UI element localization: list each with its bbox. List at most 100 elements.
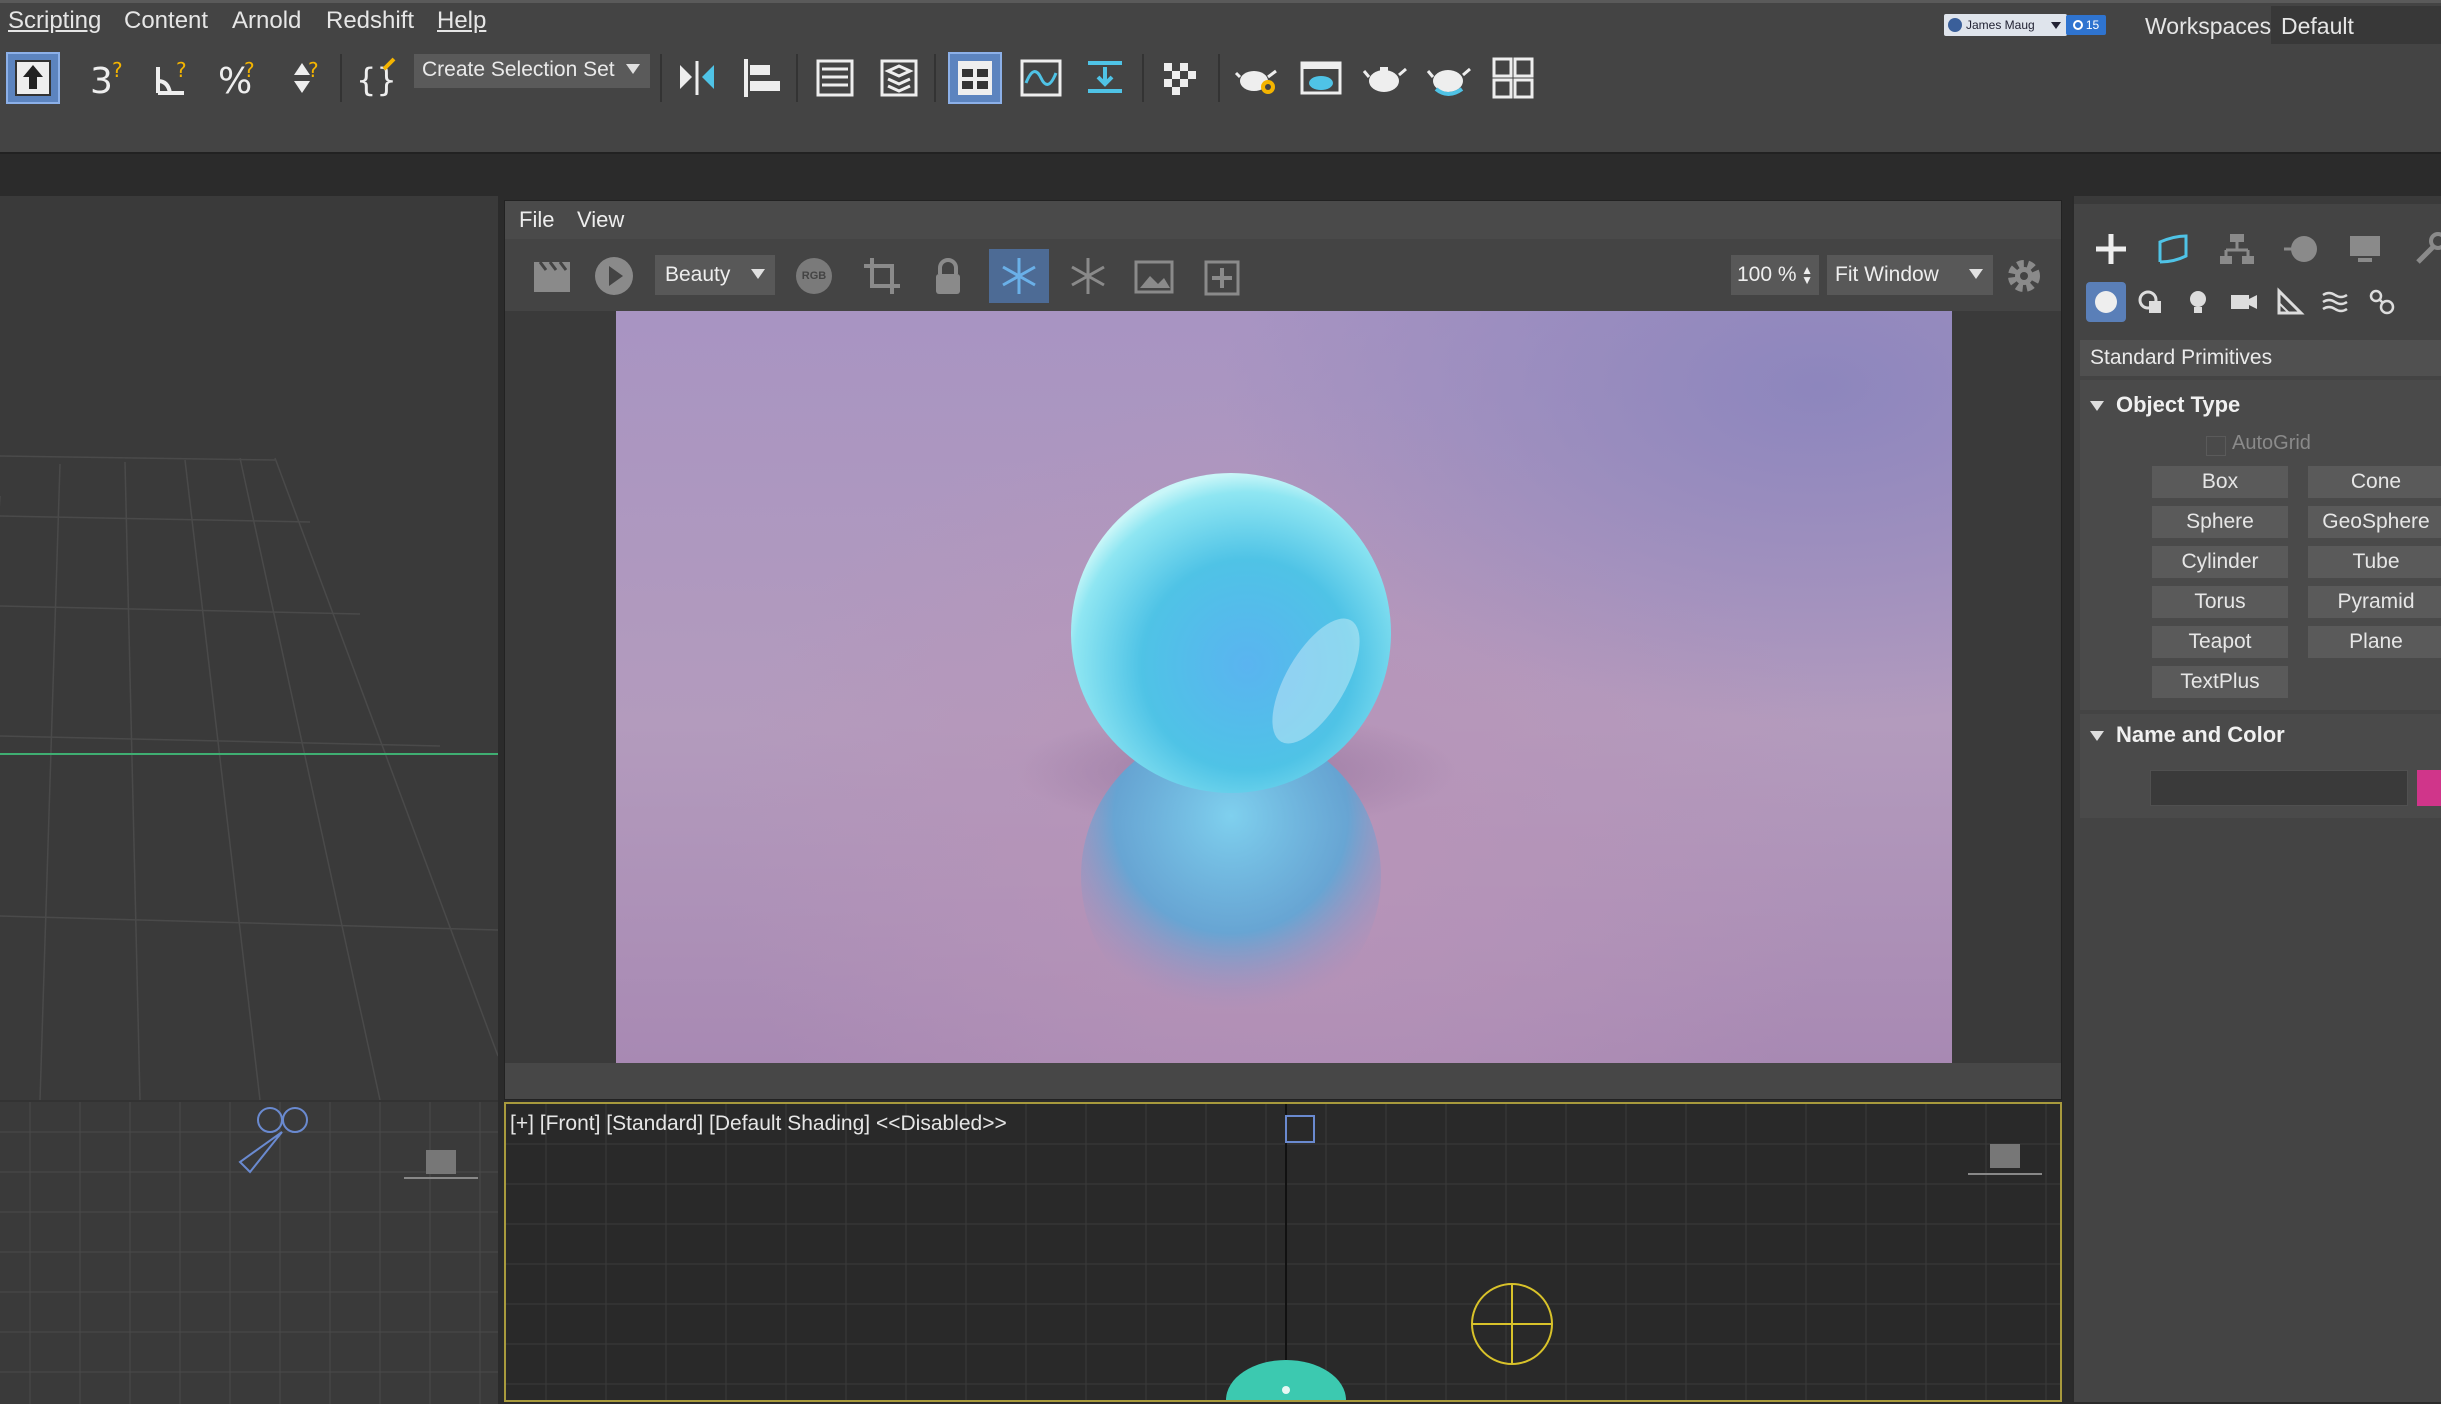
toolbar-divider — [796, 54, 798, 102]
cylinder-button[interactable]: Cylinder — [2152, 546, 2288, 578]
image-button[interactable] — [1129, 251, 1179, 301]
percent-snap-button[interactable]: %? — [212, 52, 266, 104]
render-button[interactable] — [589, 251, 639, 301]
rgb-channel-button[interactable]: RGB — [789, 251, 839, 301]
front-viewport[interactable]: [+] [Front] [Standard] [Default Shading]… — [504, 1102, 2062, 1402]
geometry-category[interactable] — [2086, 282, 2126, 322]
object-name-input[interactable] — [2150, 770, 2408, 806]
mirror-button[interactable] — [670, 52, 724, 104]
workspace-select[interactable]: Default — [2271, 6, 2441, 46]
crop-button[interactable] — [857, 251, 907, 301]
menu-help[interactable]: Help — [437, 7, 486, 35]
chevron-down-icon — [2051, 21, 2061, 29]
menu-redshift[interactable]: Redshift — [326, 7, 414, 35]
render-activeshade-button[interactable] — [1422, 52, 1476, 104]
helpers-category[interactable] — [2270, 282, 2310, 322]
zoom-value: 100 % — [1737, 263, 1797, 286]
scene-explorer-button[interactable] — [808, 52, 862, 104]
create-tab[interactable] — [2088, 226, 2134, 272]
cone-button[interactable]: Cone — [2308, 466, 2441, 498]
layer-explorer-button[interactable] — [872, 52, 926, 104]
spinner-snap-button[interactable]: ? — [276, 52, 330, 104]
select-object-button[interactable] — [6, 52, 60, 104]
menu-scripting[interactable]: Scripting — [8, 7, 101, 35]
selection-set-label: Create Selection Set — [422, 58, 615, 81]
lightbulb-icon — [2190, 291, 2206, 313]
teapot-gear-icon — [1234, 69, 1277, 94]
user-account-button[interactable]: James Maug — [1944, 14, 2067, 36]
geosphere-button[interactable]: GeoSphere — [2308, 506, 2441, 538]
name-color-rollout-header[interactable]: Name and Color — [2090, 722, 2285, 748]
motion-icon — [2284, 236, 2317, 262]
svg-text:?: ? — [176, 58, 187, 82]
left-viewport[interactable] — [0, 1100, 498, 1404]
ribbon-icon — [958, 61, 992, 95]
select-arrow-icon — [15, 60, 51, 96]
camera-icon — [238, 1107, 308, 1174]
lock-button[interactable] — [923, 251, 973, 301]
snap-3d-button[interactable]: 3? — [82, 52, 136, 104]
render-setup-button[interactable] — [1230, 52, 1284, 104]
motion-tab[interactable] — [2278, 226, 2324, 272]
render-menu-file[interactable]: File — [519, 207, 554, 233]
material-editor-button[interactable] — [1154, 52, 1208, 104]
gear-icon — [2008, 260, 2040, 292]
viewport-grid — [0, 1102, 498, 1404]
tape-measure-icon — [2277, 287, 2305, 315]
space-warps-category[interactable] — [2316, 282, 2356, 322]
freeze-button[interactable] — [989, 249, 1049, 303]
perspective-viewport[interactable] — [0, 196, 498, 1100]
object-color-swatch[interactable] — [2417, 770, 2441, 806]
render-production-button[interactable] — [1358, 52, 1412, 104]
menu-bar: Scripting Content Arnold Redshift Help J… — [0, 0, 2441, 46]
schematic-view-button[interactable] — [1078, 52, 1132, 104]
snap-3d-icon: 3? — [90, 58, 123, 101]
teapot-button[interactable]: Teapot — [2152, 626, 2288, 658]
render-menu-view[interactable]: View — [577, 207, 624, 233]
toolbar-divider — [934, 54, 936, 102]
rendered-frame-window-button[interactable] — [1294, 52, 1348, 104]
chevron-down-icon — [1969, 269, 1983, 279]
render-sequence-button[interactable] — [527, 251, 577, 301]
align-icon — [744, 59, 780, 97]
pyramid-button[interactable]: Pyramid — [2308, 586, 2441, 618]
menu-content[interactable]: Content — [124, 7, 208, 35]
viewport-label[interactable]: [+] [Front] [Standard] [Default Shading]… — [510, 1112, 1007, 1136]
clapper-icon — [534, 261, 570, 292]
notifications-badge[interactable]: 15 — [2066, 15, 2106, 35]
modify-tab[interactable] — [2150, 226, 2196, 272]
box-button[interactable]: Box — [2152, 466, 2288, 498]
light-gizmo — [426, 1150, 456, 1174]
create-selection-set-dropdown[interactable]: Create Selection Set — [414, 54, 650, 88]
fit-window-dropdown[interactable]: Fit Window — [1827, 255, 1993, 295]
lights-category[interactable] — [2178, 282, 2218, 322]
frame-window-icon — [1300, 61, 1342, 95]
cameras-category[interactable] — [2224, 282, 2264, 322]
plane-button[interactable]: Plane — [2308, 626, 2441, 658]
hierarchy-tab[interactable] — [2214, 226, 2260, 272]
systems-category[interactable] — [2362, 282, 2402, 322]
angle-snap-button[interactable]: ? — [146, 52, 200, 104]
torus-button[interactable]: Torus — [2152, 586, 2288, 618]
display-tab[interactable] — [2342, 226, 2388, 272]
utilities-tab[interactable] — [2406, 226, 2441, 272]
freeze-selection-button[interactable] — [1063, 251, 1113, 301]
add-region-button[interactable] — [1195, 251, 1245, 301]
align-button[interactable] — [734, 52, 788, 104]
primitive-category-dropdown[interactable]: Standard Primitives — [2080, 340, 2441, 376]
toggle-ribbon-button[interactable] — [948, 52, 1002, 104]
menu-arnold[interactable]: Arnold — [232, 7, 301, 35]
object-type-rollout-header[interactable]: Object Type — [2090, 392, 2240, 418]
teapot-activeshade-icon — [1426, 67, 1471, 96]
render-in-cloud-button[interactable] — [1486, 52, 1540, 104]
zoom-field[interactable]: 100 % ▲ ▼ — [1731, 255, 1819, 295]
sphere-button[interactable]: Sphere — [2152, 506, 2288, 538]
textplus-button[interactable]: TextPlus — [2152, 666, 2288, 698]
shapes-category[interactable] — [2132, 282, 2172, 322]
edit-named-selection-button[interactable]: {} — [350, 52, 404, 104]
render-channel-dropdown[interactable]: Beauty — [655, 255, 775, 295]
autogrid-checkbox[interactable] — [2206, 436, 2226, 456]
curve-editor-button[interactable] — [1014, 52, 1068, 104]
tube-button[interactable]: Tube — [2308, 546, 2441, 578]
render-settings-button[interactable] — [1999, 251, 2049, 301]
